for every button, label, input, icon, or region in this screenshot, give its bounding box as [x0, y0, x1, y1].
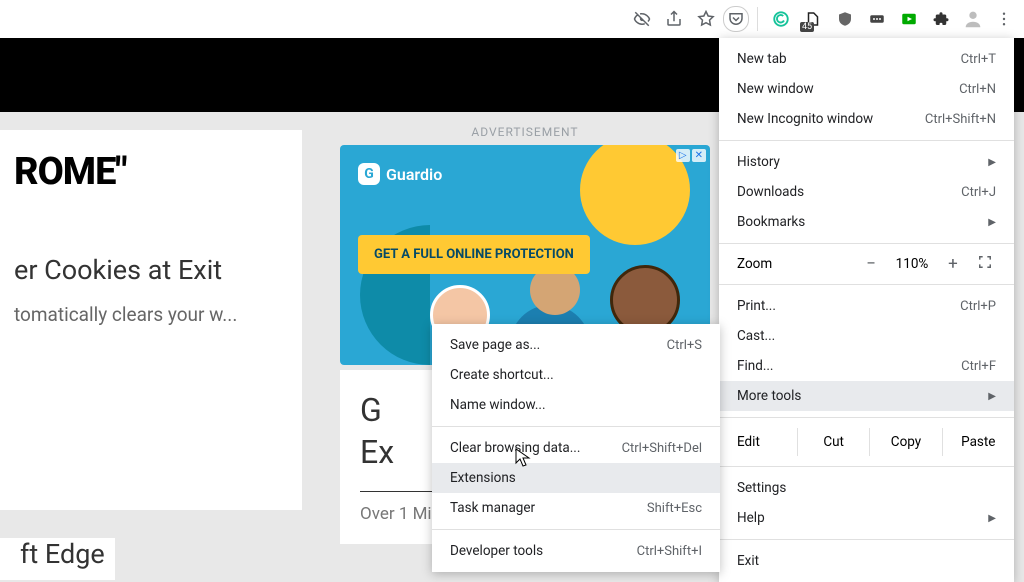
menu-downloads[interactable]: DownloadsCtrl+J: [719, 177, 1014, 207]
menu-paste[interactable]: Paste: [942, 428, 1014, 456]
separator: [719, 284, 1014, 285]
menu-bookmarks[interactable]: Bookmarks▶: [719, 207, 1014, 237]
card-title[interactable]: er Cookies at Exit: [14, 254, 282, 286]
shield-icon: G: [358, 163, 380, 185]
menu-history[interactable]: History▶: [719, 147, 1014, 177]
separator: [719, 140, 1014, 141]
adchoices[interactable]: ▷✕: [676, 149, 706, 162]
ublock-icon[interactable]: [830, 4, 860, 34]
chrome-main-menu: New tabCtrl+T New windowCtrl+N New Incog…: [719, 38, 1014, 582]
extension-dots-icon[interactable]: [862, 4, 892, 34]
card-body: tomatically clears your w...: [14, 302, 282, 329]
menu-exit[interactable]: Exit: [719, 546, 1014, 576]
fullscreen-icon[interactable]: [970, 255, 1000, 273]
submenu-extensions[interactable]: Extensions: [432, 463, 720, 493]
edge-heading-fragment[interactable]: ft Edge: [0, 538, 115, 580]
ad-label: ADVERTISEMENT: [340, 125, 710, 139]
ad-decoration: [580, 145, 690, 245]
pocket-icon[interactable]: [723, 6, 749, 32]
menu-copy[interactable]: Copy: [869, 428, 941, 456]
submenu-create-shortcut[interactable]: Create shortcut...: [432, 360, 720, 390]
submenu-clear-data[interactable]: Clear browsing data...Ctrl+Shift+Del: [432, 433, 720, 463]
separator: [719, 417, 1014, 418]
menu-help[interactable]: Help▶: [719, 503, 1014, 533]
separator: [757, 7, 758, 31]
star-icon[interactable]: [691, 4, 721, 34]
article-card-left: ROME" er Cookies at Exit tomatically cle…: [0, 130, 302, 510]
submenu-dev-tools[interactable]: Developer toolsCtrl+Shift+I: [432, 536, 720, 566]
menu-incognito[interactable]: New Incognito windowCtrl+Shift+N: [719, 104, 1014, 134]
profile-avatar-icon[interactable]: [958, 4, 988, 34]
grammarly-icon[interactable]: [766, 4, 796, 34]
menu-more-tools[interactable]: More tools▶: [719, 381, 1014, 411]
separator: [432, 426, 720, 427]
extensions-puzzle-icon[interactable]: [926, 4, 956, 34]
chevron-right-icon: ▶: [988, 157, 996, 168]
heading-fragment: ROME": [14, 150, 282, 194]
zoom-in-button[interactable]: +: [936, 254, 970, 274]
separator: [719, 466, 1014, 467]
share-icon[interactable]: [659, 4, 689, 34]
more-tools-submenu: Save page as...Ctrl+S Create shortcut...…: [432, 324, 720, 572]
chevron-right-icon: ▶: [988, 217, 996, 228]
menu-print[interactable]: Print...Ctrl+P: [719, 291, 1014, 321]
video-ext-icon[interactable]: [894, 4, 924, 34]
menu-cast[interactable]: Cast...: [719, 321, 1014, 351]
menu-new-tab[interactable]: New tabCtrl+T: [719, 44, 1014, 74]
badge-count: 45: [800, 22, 814, 32]
zoom-value: 110%: [888, 256, 936, 272]
menu-new-window[interactable]: New windowCtrl+N: [719, 74, 1014, 104]
menu-zoom: Zoom − 110% +: [719, 250, 1014, 278]
separator: [719, 243, 1014, 244]
submenu-task-manager[interactable]: Task managerShift+Esc: [432, 493, 720, 523]
ad-cta-button[interactable]: GET A FULL ONLINE PROTECTION: [358, 235, 590, 274]
menu-cut[interactable]: Cut: [797, 428, 869, 456]
adblock-icon[interactable]: 45: [798, 4, 828, 34]
ad-brand: GGuardio: [358, 163, 442, 185]
chevron-right-icon: ▶: [988, 391, 996, 402]
menu-find[interactable]: Find...Ctrl+F: [719, 351, 1014, 381]
chevron-right-icon: ▶: [988, 513, 996, 524]
submenu-save-page[interactable]: Save page as...Ctrl+S: [432, 330, 720, 360]
separator: [719, 539, 1014, 540]
browser-toolbar: 45: [0, 0, 1024, 38]
separator: [432, 529, 720, 530]
zoom-out-button[interactable]: −: [854, 254, 888, 274]
menu-edit-row: Edit Cut Copy Paste: [719, 424, 1014, 460]
kebab-menu-icon[interactable]: [990, 5, 1018, 33]
submenu-name-window[interactable]: Name window...: [432, 390, 720, 420]
menu-settings[interactable]: Settings: [719, 473, 1014, 503]
eye-off-icon[interactable]: [627, 4, 657, 34]
